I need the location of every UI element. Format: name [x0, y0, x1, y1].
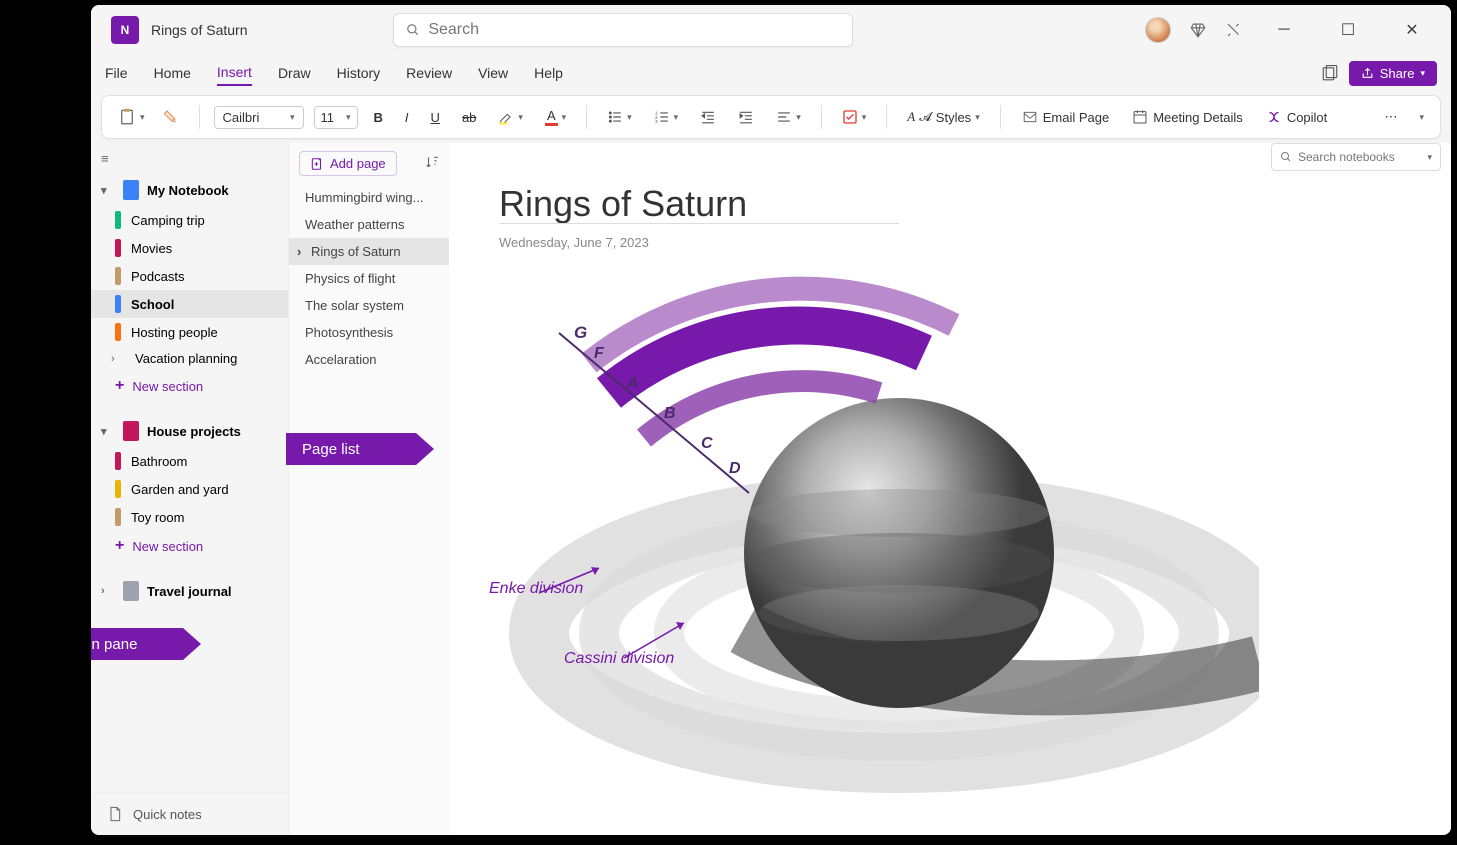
search-placeholder: Search	[428, 21, 479, 39]
svg-text:Enke division: Enke division	[489, 580, 583, 597]
menu-insert[interactable]: Insert	[217, 60, 252, 86]
document-title: Rings of Saturn	[151, 22, 248, 38]
sparkle-icon[interactable]	[1225, 21, 1243, 39]
notebook-travel-journal[interactable]: › Travel journal	[91, 575, 288, 607]
svg-text:F: F	[594, 345, 605, 362]
page-accelaration[interactable]: Accelaration	[289, 346, 449, 373]
font-color-button[interactable]: A▾	[539, 104, 572, 130]
page-canvas[interactable]: Rings of Saturn Wednesday, June 7, 2023	[449, 143, 1451, 835]
underline-button[interactable]: U	[425, 106, 446, 129]
svg-text:Cassini division: Cassini division	[564, 650, 674, 667]
copilot-button[interactable]: Copilot	[1259, 104, 1333, 130]
page-title[interactable]: Rings of Saturn	[499, 183, 747, 225]
search-notebooks-placeholder: Search notebooks	[1298, 150, 1395, 164]
close-button[interactable]: ✕	[1389, 10, 1435, 50]
svg-text:B: B	[664, 405, 676, 422]
menu-file[interactable]: File	[105, 61, 128, 85]
share-button[interactable]: Share ▾	[1349, 61, 1437, 86]
page-icon	[107, 805, 123, 823]
more-button[interactable]: ⋯	[1378, 105, 1403, 129]
section-school[interactable]: School	[91, 290, 288, 318]
email-page-button[interactable]: Email Page	[1015, 106, 1115, 129]
page-physics-of-flight[interactable]: Physics of flight	[289, 265, 449, 292]
tag-button[interactable]: ▾	[836, 105, 873, 129]
navigation-pane: ≡ ▾ My Notebook Camping trip Movies Podc…	[91, 143, 289, 835]
page-list-pane: Add page Hummingbird wing... Weather pat…	[289, 143, 449, 835]
menu-history[interactable]: History	[337, 61, 381, 85]
minimize-button[interactable]: ─	[1261, 10, 1307, 50]
menu-draw[interactable]: Draw	[278, 61, 311, 85]
add-page-button[interactable]: Add page	[299, 151, 397, 176]
notebook-house-projects[interactable]: ▾ House projects	[91, 415, 288, 447]
page-hummingbird[interactable]: Hummingbird wing...	[289, 184, 449, 211]
section-camping-trip[interactable]: Camping trip	[91, 206, 288, 234]
paste-button[interactable]: ▾	[112, 103, 151, 131]
strikethrough-button[interactable]: ab	[456, 106, 482, 129]
menu-home[interactable]: Home	[154, 61, 191, 85]
page-weather-patterns[interactable]: Weather patterns	[289, 211, 449, 238]
svg-text:3: 3	[655, 119, 658, 124]
svg-text:C: C	[701, 435, 713, 452]
bold-button[interactable]: B	[368, 106, 389, 129]
align-button[interactable]: ▾	[770, 106, 807, 128]
menu-review[interactable]: Review	[406, 61, 452, 85]
titlebar: N Rings of Saturn Search ─ ☐ ✕	[91, 5, 1451, 55]
bullet-list-button[interactable]: ▾	[601, 106, 638, 128]
share-icon	[1361, 67, 1374, 80]
italic-button[interactable]: I	[399, 106, 415, 129]
search-input[interactable]: Search	[393, 13, 853, 47]
svg-text:A: A	[626, 375, 639, 392]
svg-text:G: G	[574, 323, 587, 342]
section-toy-room[interactable]: Toy room	[91, 503, 288, 531]
page-date: Wednesday, June 7, 2023	[499, 235, 649, 250]
menubar: File Home Insert Draw History Review Vie…	[91, 55, 1451, 91]
open-in-app-icon[interactable]	[1321, 64, 1339, 82]
ribbon: ▾ Cailbri▾ 11▾ B I U ab ▾ A▾ ▾ 123▾ ▾ ▾ …	[101, 95, 1441, 139]
styles-button[interactable]: A𝓐 Styles▾	[901, 105, 985, 129]
menu-help[interactable]: Help	[534, 61, 563, 85]
page-rings-of-saturn[interactable]: Rings of Saturn	[289, 238, 449, 265]
meeting-details-button[interactable]: Meeting Details	[1125, 105, 1249, 129]
section-garden-and-yard[interactable]: Garden and yard	[91, 475, 288, 503]
menu-view[interactable]: View	[478, 61, 508, 85]
title-underline	[499, 223, 899, 224]
outdent-button[interactable]	[694, 106, 722, 128]
number-list-button[interactable]: 123▾	[648, 106, 685, 128]
new-section-button-1[interactable]: +New section	[91, 371, 288, 401]
section-podcasts[interactable]: Podcasts	[91, 262, 288, 290]
add-page-icon	[310, 157, 324, 171]
saturn-diagram: G F A B C D Enke division Cassini divisi…	[479, 263, 1259, 823]
maximize-button[interactable]: ☐	[1325, 10, 1371, 50]
app-icon: N	[111, 16, 139, 44]
page-solar-system[interactable]: The solar system	[289, 292, 449, 319]
font-select[interactable]: Cailbri▾	[214, 106, 304, 129]
avatar[interactable]	[1145, 17, 1171, 43]
premium-icon[interactable]	[1189, 21, 1207, 39]
section-bathroom[interactable]: Bathroom	[91, 447, 288, 475]
new-section-button-2[interactable]: +New section	[91, 531, 288, 561]
format-painter-button[interactable]	[157, 104, 185, 130]
svg-text:D: D	[729, 460, 741, 477]
search-icon	[406, 23, 420, 37]
highlight-button[interactable]: ▾	[492, 105, 529, 129]
font-size-select[interactable]: 11▾	[314, 106, 358, 129]
quick-notes-button[interactable]: Quick notes	[91, 792, 288, 835]
nav-toggle-icon[interactable]: ≡	[91, 143, 288, 174]
notebook-my-notebook[interactable]: ▾ My Notebook	[91, 174, 288, 206]
sort-icon[interactable]	[425, 155, 439, 172]
section-hosting-people[interactable]: Hosting people	[91, 318, 288, 346]
ribbon-expand-button[interactable]: ▾	[1413, 108, 1430, 127]
search-icon	[1280, 151, 1292, 163]
section-vacation-planning[interactable]: ›Vacation planning	[91, 346, 288, 371]
search-notebooks-input[interactable]: Search notebooks ▾	[1271, 143, 1441, 171]
callout-navigation-pane: Navigation pane	[91, 628, 183, 660]
share-label: Share	[1380, 66, 1415, 81]
page-photosynthesis[interactable]: Photosynthesis	[289, 319, 449, 346]
indent-button[interactable]	[732, 106, 760, 128]
section-movies[interactable]: Movies	[91, 234, 288, 262]
callout-page-list: Page list	[286, 433, 416, 465]
